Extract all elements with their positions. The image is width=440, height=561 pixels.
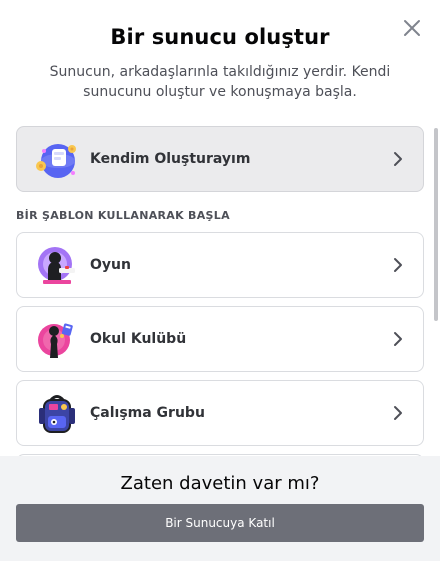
template-section-header: BİR ŞABLON KULLANARAK BAŞLA (16, 209, 230, 222)
footer-title: Zaten davetin var mı? (120, 473, 320, 494)
template-option-school-club[interactable]: Okul Kulübü (16, 306, 424, 372)
template-option-study-group[interactable]: Çalışma Grubu (16, 380, 424, 446)
template-option-gaming[interactable]: Oyun (16, 232, 424, 298)
backpack-sticker-icon (35, 392, 79, 436)
template-label-school-club: Okul Kulübü (90, 331, 187, 347)
join-server-button[interactable]: Bir Sunucuya Katıl (16, 504, 424, 542)
modal-title: Bir sunucu oluştur (110, 25, 330, 49)
globe-sticker-icon (35, 138, 79, 182)
create-server-modal: Bir sunucu oluştur Sunucun, arkadaşların… (0, 0, 440, 561)
school-club-sticker-icon (35, 318, 79, 362)
template-label-gaming: Oyun (90, 257, 131, 273)
chevron-right-icon (388, 255, 408, 275)
gaming-sticker-icon (35, 244, 79, 288)
create-own-option[interactable]: Kendim Oluşturayım (16, 126, 424, 192)
modal-subtitle: Sunucun, arkadaşlarınla takıldığınız yer… (49, 64, 391, 100)
chevron-right-icon (388, 149, 408, 169)
chevron-right-icon (388, 403, 408, 423)
create-own-label: Kendim Oluşturayım (90, 151, 251, 167)
chevron-right-icon (388, 329, 408, 349)
template-label-study-group: Çalışma Grubu (90, 405, 205, 421)
options-scrollbar[interactable] (434, 128, 438, 321)
modal-footer: Zaten davetin var mı? Bir Sunucuya Katıl (0, 456, 440, 561)
options-list: Kendim Oluşturayım BİR ŞABLON KULLANARAK… (0, 116, 440, 456)
